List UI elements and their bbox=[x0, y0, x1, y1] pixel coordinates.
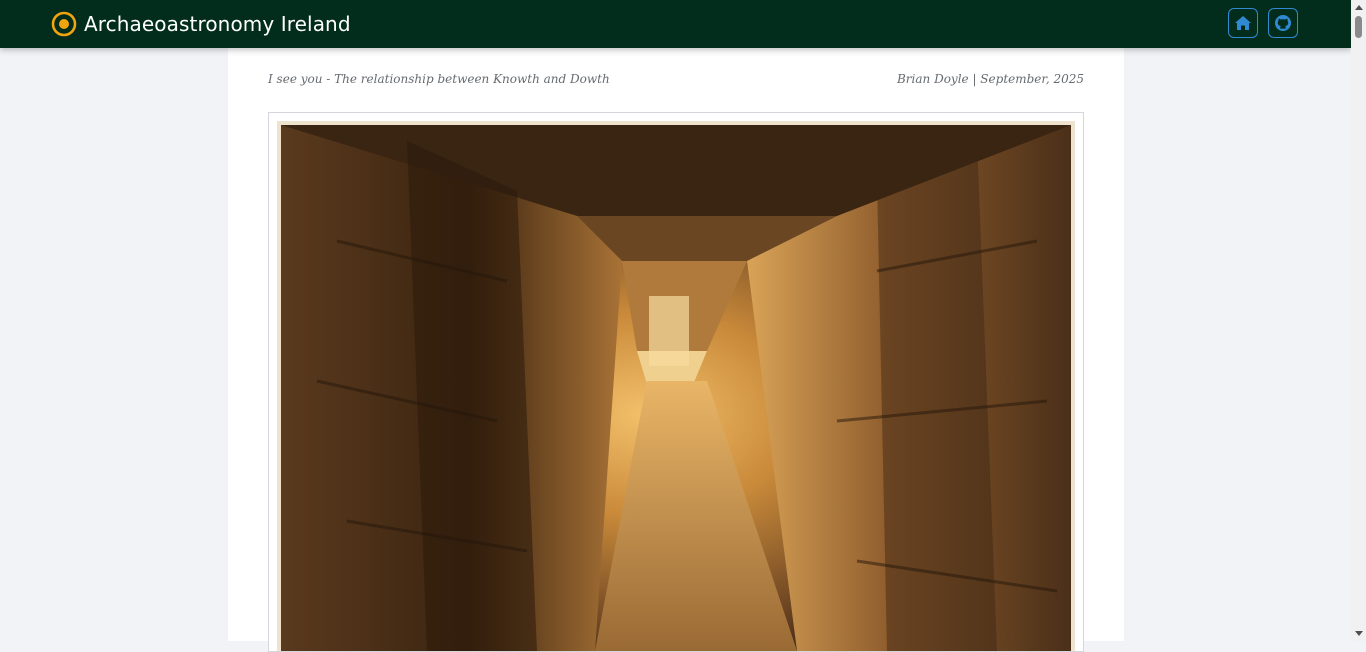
top-navbar: Archaeoastronomy Ireland bbox=[0, 0, 1351, 48]
article-byline: Brian Doyle | September, 2025 bbox=[896, 72, 1084, 86]
passage-tomb-photo bbox=[277, 121, 1075, 651]
brand[interactable]: Archaeoastronomy Ireland bbox=[51, 11, 351, 37]
home-button[interactable] bbox=[1228, 8, 1258, 38]
article-card: I see you - The relationship between Kno… bbox=[228, 48, 1124, 652]
scroll-down-arrow-icon[interactable] bbox=[1355, 631, 1363, 636]
scroll-up-arrow-icon[interactable] bbox=[1355, 5, 1363, 10]
scrollbar-thumb[interactable] bbox=[1355, 16, 1362, 38]
site-title[interactable]: Archaeoastronomy Ireland bbox=[84, 11, 351, 37]
vertical-scrollbar[interactable] bbox=[1351, 0, 1366, 641]
sun-target-icon bbox=[51, 11, 77, 37]
article-figure bbox=[268, 112, 1084, 652]
article-meta: I see you - The relationship between Kno… bbox=[268, 72, 1084, 90]
home-icon bbox=[1235, 16, 1251, 30]
github-button[interactable] bbox=[1268, 8, 1298, 38]
github-icon bbox=[1275, 15, 1291, 31]
article-subtitle: I see you - The relationship between Kno… bbox=[268, 72, 610, 86]
